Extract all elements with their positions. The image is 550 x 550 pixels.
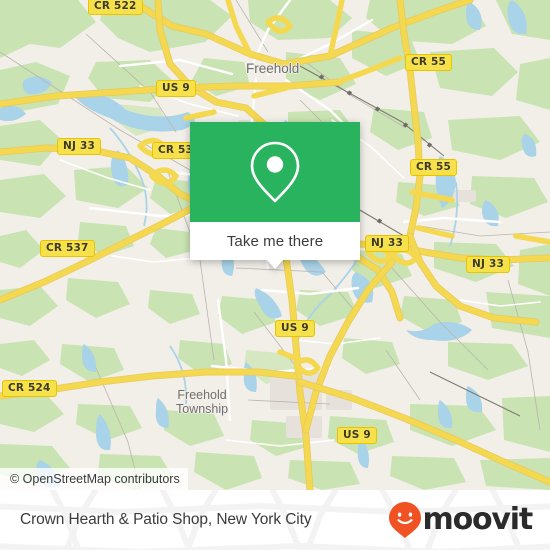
popup-image-area — [190, 122, 360, 222]
road-shield: US 9 — [156, 80, 196, 97]
osm-attribution: © OpenStreetMap contributors — [0, 468, 188, 490]
place-label-freehold-township: Freehold Township — [176, 388, 229, 416]
road-shield: NJ 33 — [365, 235, 409, 252]
map-popup[interactable]: Take me there — [190, 122, 360, 269]
map-canvas[interactable]: .g { fill:#c9e3b2; } .g2 { fill:#d6e8c2;… — [0, 0, 550, 490]
place-label-freehold: Freehold — [246, 61, 300, 76]
map-pin-icon — [250, 141, 300, 203]
road-shield: CR 55 — [410, 159, 458, 176]
moovit-wordmark: moovit — [422, 502, 534, 537]
road-shield: NJ 33 — [466, 256, 510, 273]
take-me-there-label: Take me there — [226, 232, 324, 250]
popup-tail — [267, 260, 283, 269]
road-shield: CR 522 — [88, 0, 143, 15]
road-shield: CR 537 — [40, 240, 95, 257]
moovit-pin-icon — [388, 502, 421, 538]
road-shield: US 9 — [275, 320, 315, 337]
road-shield: US 9 — [337, 427, 377, 444]
location-title: Crown Hearth & Patio Shop, New York City — [20, 511, 312, 528]
road-shield: CR 524 — [2, 380, 57, 397]
road-shield: CR 55 — [405, 54, 453, 71]
popup-action-bar[interactable]: Take me there — [190, 222, 360, 260]
road-shield: NJ 33 — [57, 138, 101, 155]
moovit-logo[interactable]: moovit — [388, 501, 534, 539]
footer-bar: Crown Hearth & Patio Shop, New York City… — [0, 490, 550, 550]
